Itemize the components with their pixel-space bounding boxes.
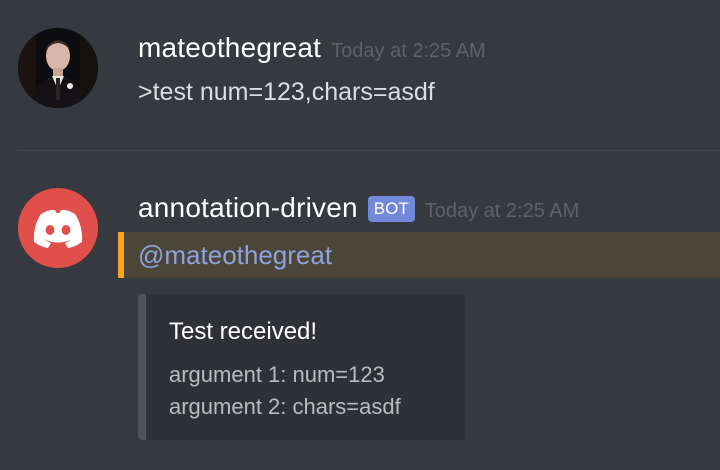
chat-area: mateothegreat Today at 2:25 AM >test num… xyxy=(0,0,720,470)
message-mateothegreat: mateothegreat Today at 2:25 AM >test num… xyxy=(0,0,720,150)
user-mention[interactable]: @mateothegreat xyxy=(138,240,332,271)
embed-argument-line: argument 2: chars=asdf xyxy=(169,394,401,419)
user-photo-avatar xyxy=(18,28,98,108)
timestamp: Today at 2:25 AM xyxy=(331,40,486,62)
avatar[interactable] xyxy=(18,188,98,268)
mention-highlight: @mateothegreat xyxy=(118,232,720,278)
bot-badge: BOT xyxy=(367,196,415,222)
embed: Test received! argument 1: num=123 argum… xyxy=(138,294,465,440)
discord-logo-icon xyxy=(33,209,83,248)
message-divider xyxy=(18,150,720,151)
message-content: >test num=123,chars=asdf xyxy=(138,78,435,106)
message-annotation-driven: annotation-driven BOT Today at 2:25 AM @… xyxy=(0,152,720,470)
embed-argument-line: argument 1: num=123 xyxy=(169,362,385,387)
message-header: annotation-driven BOT Today at 2:25 AM xyxy=(138,192,579,225)
message-header: mateothegreat Today at 2:25 AM xyxy=(138,32,486,64)
timestamp: Today at 2:25 AM xyxy=(424,200,580,222)
avatar[interactable] xyxy=(18,28,98,108)
embed-title: Test received! xyxy=(169,318,318,345)
username[interactable]: mateothegreat xyxy=(138,32,321,64)
username[interactable]: annotation-driven xyxy=(138,192,358,224)
